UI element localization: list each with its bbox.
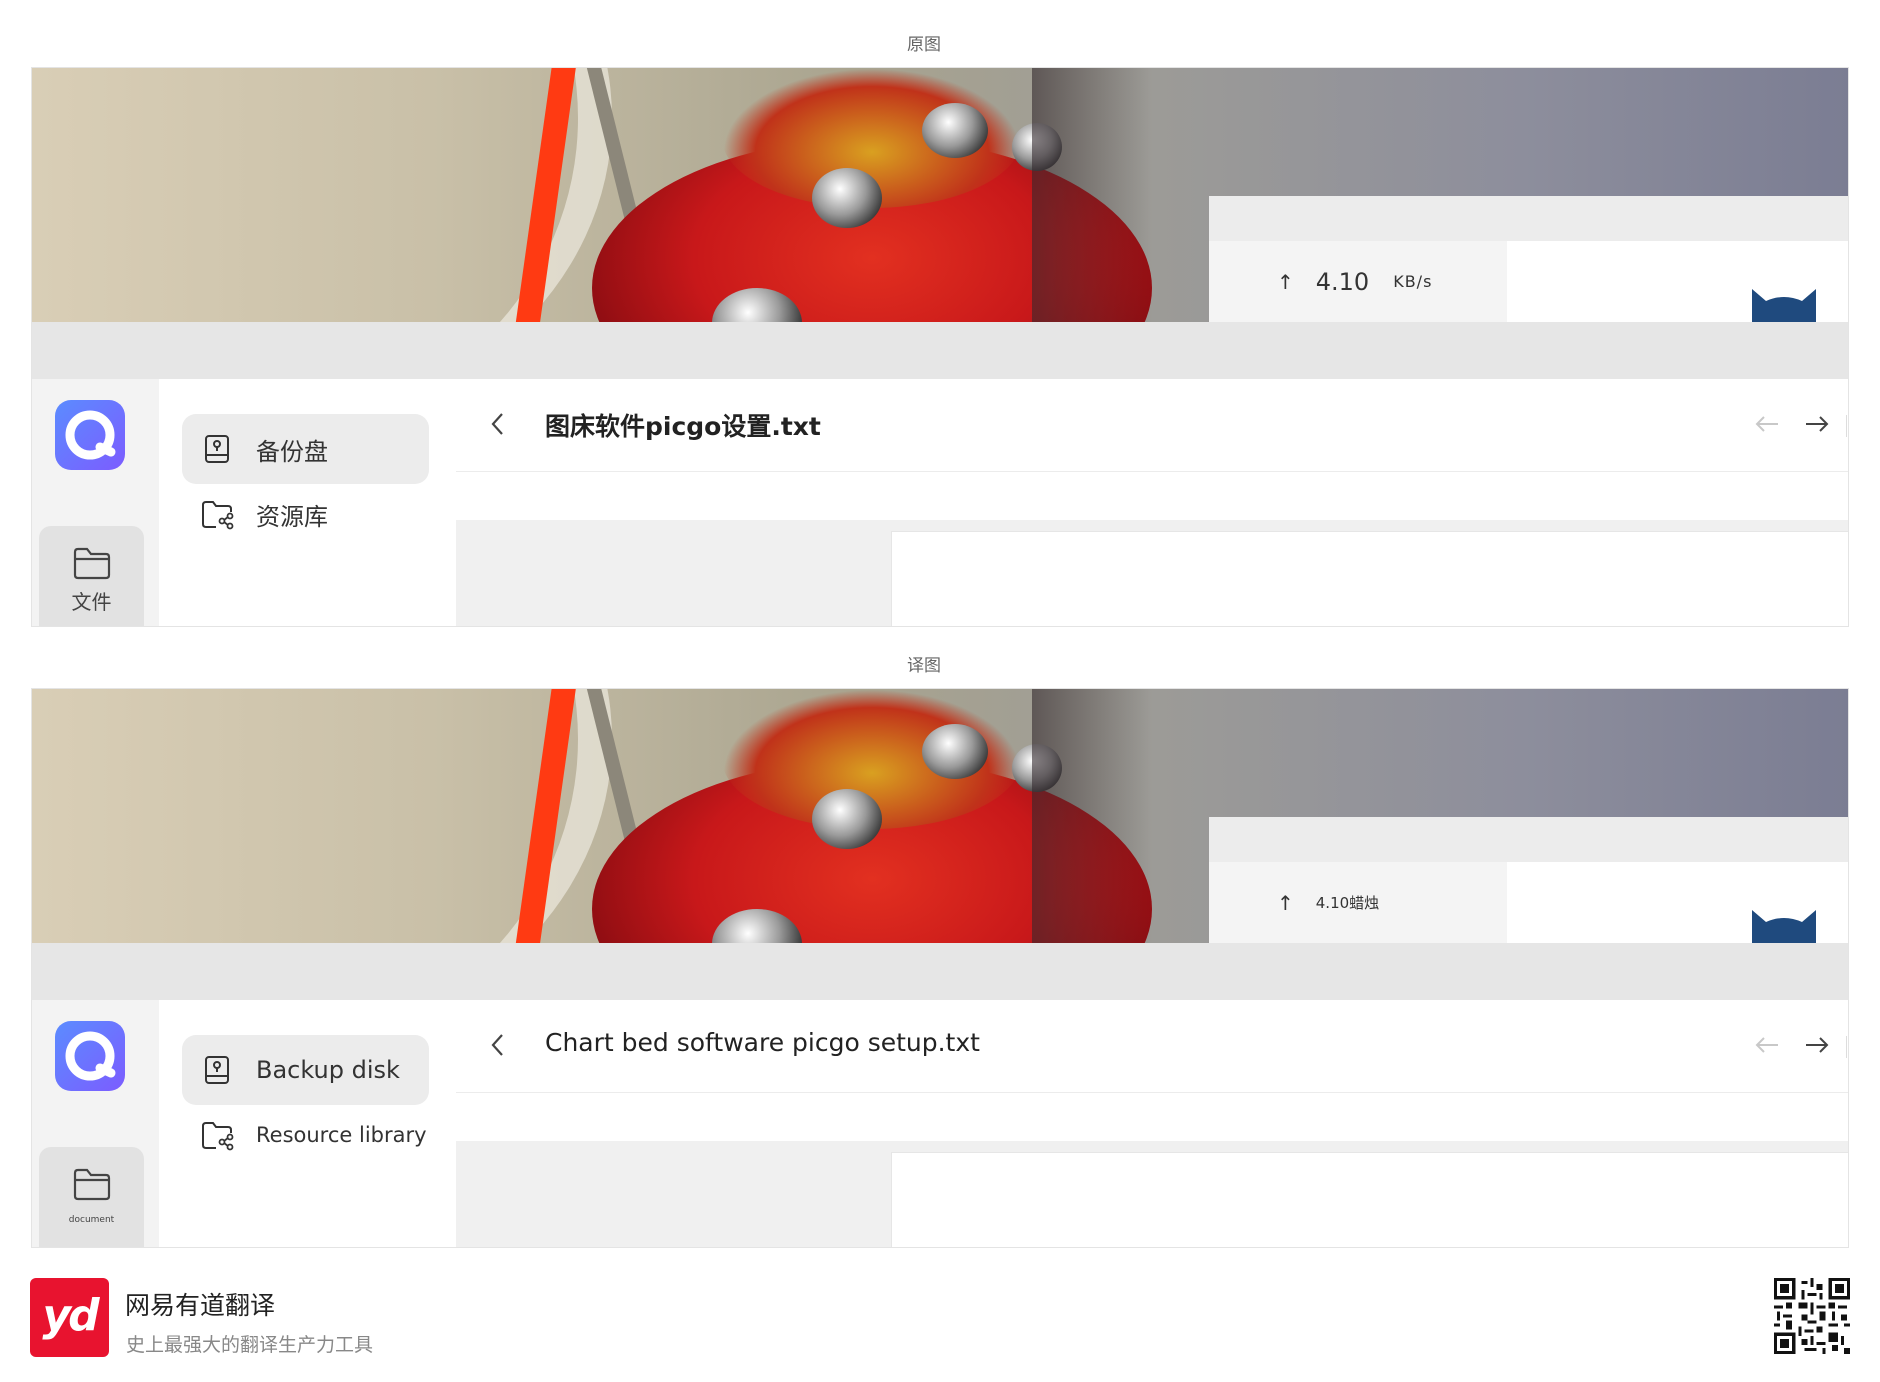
nav-library-label: 资源库 bbox=[256, 502, 328, 531]
footer-brand-name: 网易有道翻译 bbox=[125, 1291, 276, 1320]
background-photo: ↑ 4.10蜡烛 bbox=[32, 689, 1848, 943]
translated-screenshot: ↑ 4.10蜡烛 document Backup disk Resource l… bbox=[31, 688, 1849, 1248]
arrow-right-icon[interactable] bbox=[1802, 409, 1832, 439]
qr-code-icon bbox=[1774, 1278, 1850, 1354]
document-page bbox=[891, 531, 1848, 626]
original-section-label: 原图 bbox=[907, 35, 941, 55]
rail-files-button[interactable]: 文件 bbox=[39, 526, 144, 626]
youdao-logo: yd bbox=[30, 1278, 109, 1357]
document-page bbox=[891, 1152, 1848, 1247]
upload-speed-unit: KB/s bbox=[1393, 272, 1433, 291]
cat-mascot-icon bbox=[1752, 910, 1816, 943]
nav-item-resource-library[interactable]: Resource library bbox=[182, 1100, 429, 1170]
arrow-right-icon[interactable] bbox=[1802, 1030, 1832, 1060]
shared-folder-icon bbox=[202, 1122, 234, 1151]
cat-mascot-icon bbox=[1752, 289, 1816, 322]
shared-folder-icon bbox=[202, 501, 234, 530]
file-title: Chart bed software picgo setup.txt bbox=[545, 1028, 980, 1057]
file-title: 图床软件picgo设置.txt bbox=[545, 412, 821, 441]
rail-files-label: 文件 bbox=[71, 590, 112, 614]
upload-speed-indicator: ↑ 4.10 KB/s bbox=[1209, 241, 1507, 322]
file-viewer: 图床软件picgo设置.txt bbox=[456, 379, 1848, 626]
nav-backup-label: Backup disk bbox=[256, 1056, 400, 1084]
left-rail: 文件 bbox=[32, 379, 159, 626]
background-photo: ↑ 4.10 KB/s bbox=[32, 68, 1848, 322]
rail-files-label: document bbox=[68, 1215, 115, 1225]
backup-disk-icon bbox=[205, 1056, 229, 1084]
nav-item-backup-disk[interactable]: 备份盘 bbox=[182, 414, 429, 484]
file-header: Chart bed software picgo setup.txt bbox=[456, 1000, 1848, 1093]
rail-files-button[interactable]: document bbox=[39, 1147, 144, 1247]
app-logo-icon[interactable] bbox=[55, 1021, 125, 1091]
storage-nav: 备份盘 资源库 bbox=[159, 379, 456, 626]
upload-speed-indicator: ↑ 4.10蜡烛 bbox=[1209, 862, 1507, 943]
file-viewer: Chart bed software picgo setup.txt bbox=[456, 1000, 1848, 1247]
footer-tagline: 史上最强大的翻译生产力工具 bbox=[126, 1334, 374, 1356]
upload-speed-value: 4.10 bbox=[1315, 267, 1370, 296]
arrow-left-icon[interactable] bbox=[1752, 1030, 1782, 1060]
chevron-left-icon[interactable] bbox=[486, 409, 510, 439]
upload-speed-text: 4.10蜡烛 bbox=[1315, 894, 1380, 912]
folder-icon bbox=[73, 1168, 110, 1201]
app-logo-icon[interactable] bbox=[55, 400, 125, 470]
original-screenshot: ↑ 4.10 KB/s 文件 备份盘 资源库 图床软件picgo设置.txt bbox=[31, 67, 1849, 627]
nav-library-label: Resource library bbox=[256, 1123, 427, 1147]
upload-arrow-icon: ↑ bbox=[1277, 269, 1294, 294]
folder-icon bbox=[73, 547, 110, 580]
arrow-left-icon[interactable] bbox=[1752, 409, 1782, 439]
translated-section-label: 译图 bbox=[907, 656, 941, 676]
storage-nav: Backup disk Resource library bbox=[159, 1000, 456, 1247]
nav-backup-label: 备份盘 bbox=[256, 437, 328, 466]
chevron-left-icon[interactable] bbox=[486, 1030, 510, 1060]
nav-item-backup-disk[interactable]: Backup disk bbox=[182, 1035, 429, 1105]
nav-item-resource-library[interactable]: 资源库 bbox=[182, 479, 429, 549]
file-header: 图床软件picgo设置.txt bbox=[456, 379, 1848, 472]
upload-arrow-icon: ↑ bbox=[1277, 890, 1294, 915]
backup-disk-icon bbox=[205, 435, 229, 463]
left-rail: document bbox=[32, 1000, 159, 1247]
